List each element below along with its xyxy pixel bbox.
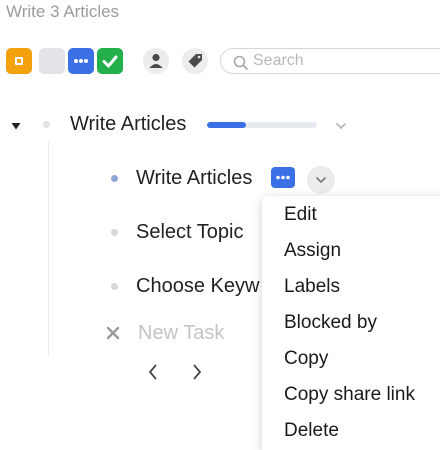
task-label[interactable]: Select Topic [136, 221, 243, 244]
ellipsis-icon [276, 175, 290, 180]
close-x-icon [106, 326, 120, 340]
menu-item-assign[interactable]: Assign [284, 240, 341, 262]
person-icon [149, 53, 163, 68]
task-bullet [111, 283, 118, 290]
page-title: Write 3 Articles [6, 2, 120, 21]
search-input[interactable] [253, 52, 433, 70]
assign-person-button[interactable] [143, 48, 169, 74]
menu-item-delete[interactable]: Delete [284, 420, 339, 442]
menu-item-labels[interactable]: Labels [284, 276, 340, 298]
chevron-left-icon[interactable] [147, 363, 159, 381]
collapse-caret-icon[interactable] [10, 121, 22, 131]
ellipsis-icon [74, 59, 88, 63]
parent-chevron-down-icon[interactable] [335, 121, 347, 131]
progress-bar [207, 122, 317, 128]
ellipsis-status-button[interactable] [68, 48, 94, 74]
menu-item-edit[interactable]: Edit [284, 204, 317, 226]
tag-icon [188, 54, 202, 68]
task-bullet [111, 175, 118, 182]
search-icon [233, 55, 248, 70]
task-label[interactable]: Choose Keyw [136, 275, 259, 298]
task-menu-button[interactable] [307, 166, 335, 194]
chevron-down-icon [315, 176, 327, 184]
square-status-button[interactable] [6, 48, 32, 74]
search-box[interactable] [220, 48, 440, 74]
menu-item-copy[interactable]: Copy [284, 348, 328, 370]
task-detail-page: Write 3 Articles Search Write Articles W… [0, 0, 440, 450]
task-status-badge[interactable] [271, 167, 295, 188]
new-task-label: New Task [138, 322, 225, 344]
chevron-right-icon[interactable] [191, 363, 203, 381]
label-tag-button[interactable] [182, 48, 208, 74]
complete-status-button[interactable] [97, 48, 123, 74]
checkmark-icon [102, 55, 118, 68]
menu-item-blocked-by[interactable]: Blocked by [284, 312, 377, 334]
menu-item-copy-share-link[interactable]: Copy share link [284, 384, 415, 406]
parent-task-bullet [43, 121, 50, 128]
task-label[interactable]: Write Articles [136, 167, 252, 190]
task-context-menu: Edit Assign Labels Blocked by Copy Copy … [262, 196, 440, 450]
task-bullet [111, 229, 118, 236]
square-icon [15, 57, 23, 65]
blank-status-button[interactable] [39, 48, 65, 74]
progress-bar-fill [207, 122, 246, 128]
tree-guide-line [48, 142, 49, 356]
parent-task-label[interactable]: Write Articles [70, 113, 186, 136]
